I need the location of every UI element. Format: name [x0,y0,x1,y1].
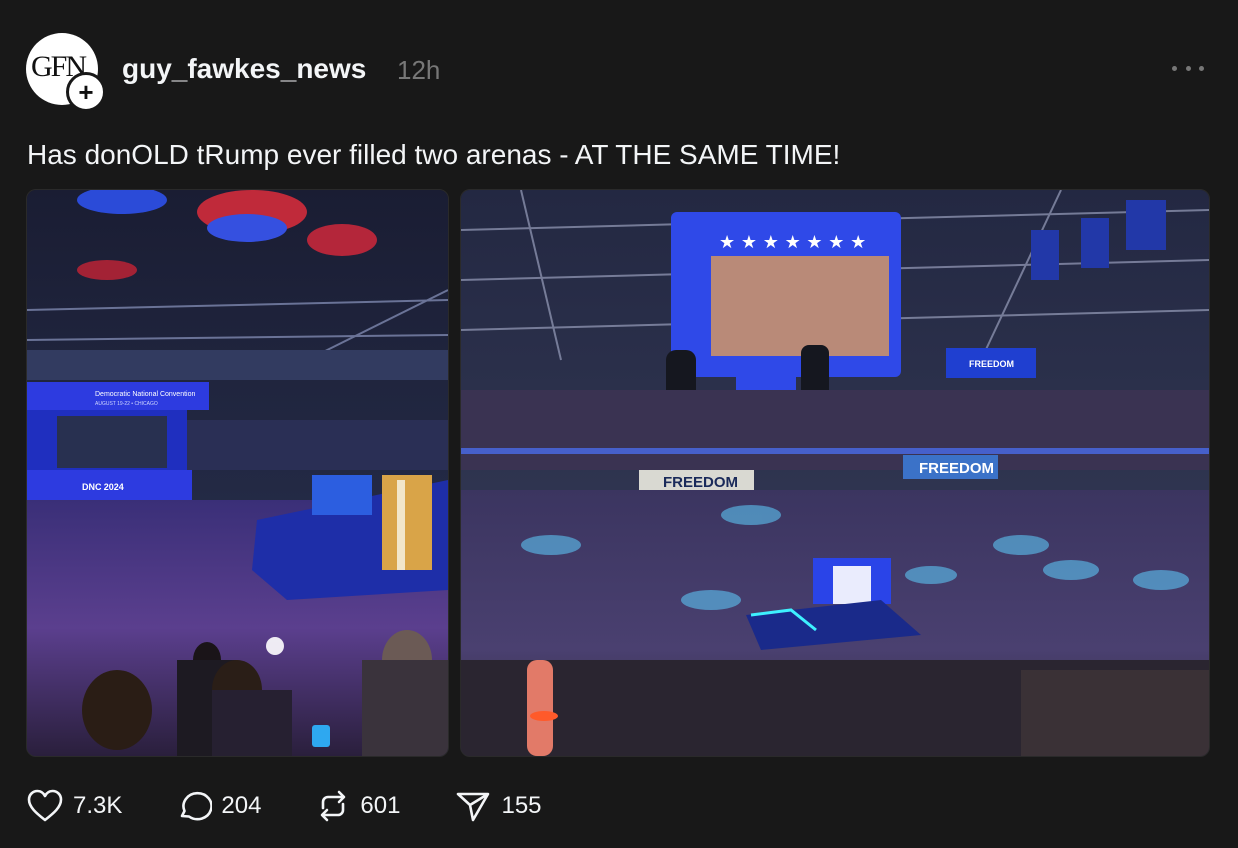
post-text: Has donOLD tRump ever filled two arenas … [27,139,841,170]
author-avatar[interactable]: GFN + [26,33,106,112]
arena-photo[interactable]: ★ ★ ★ ★ ★ ★ ★ FREEDOM FREEDOM FREEDOM [460,189,1210,757]
sign-freedom-top: FREEDOM [969,359,1014,369]
svg-text:★ ★ ★ ★ ★ ★ ★: ★ ★ ★ ★ ★ ★ ★ [719,232,866,253]
heart-icon [27,789,63,822]
sign-dnc-logo: DNC 2024 [82,482,124,492]
sign-freedom-center: FREEDOM [663,474,738,491]
sign-convention-title: Democratic National Convention [95,391,195,398]
author-username[interactable]: guy_fawkes_news [122,53,366,85]
repost-icon [321,790,346,822]
sign-freedom-right: FREEDOM [919,460,994,477]
plus-icon: + [78,77,94,107]
convention-photo[interactable]: Democratic National Convention AUGUST 19… [26,189,449,757]
sign-convention-dates: AUGUST 19-22 • CHICAGO [95,401,158,407]
follow-button[interactable]: + [66,72,106,112]
repost-count: 601 [360,792,401,819]
like-button[interactable]: 7.3K [26,788,122,824]
repost-button[interactable]: 601 [315,788,400,824]
action-bar: 7.3K 204 601 155 [26,784,596,828]
comment-button[interactable]: 204 [176,788,261,824]
share-button[interactable]: 155 [454,788,542,824]
more-options-icon[interactable] [1172,56,1204,80]
share-count: 155 [501,792,542,819]
post-timestamp[interactable]: 12h [397,55,440,86]
comment-icon [181,791,213,821]
send-icon [457,792,490,822]
comment-count: 204 [221,792,262,819]
like-count: 7.3K [73,792,123,819]
